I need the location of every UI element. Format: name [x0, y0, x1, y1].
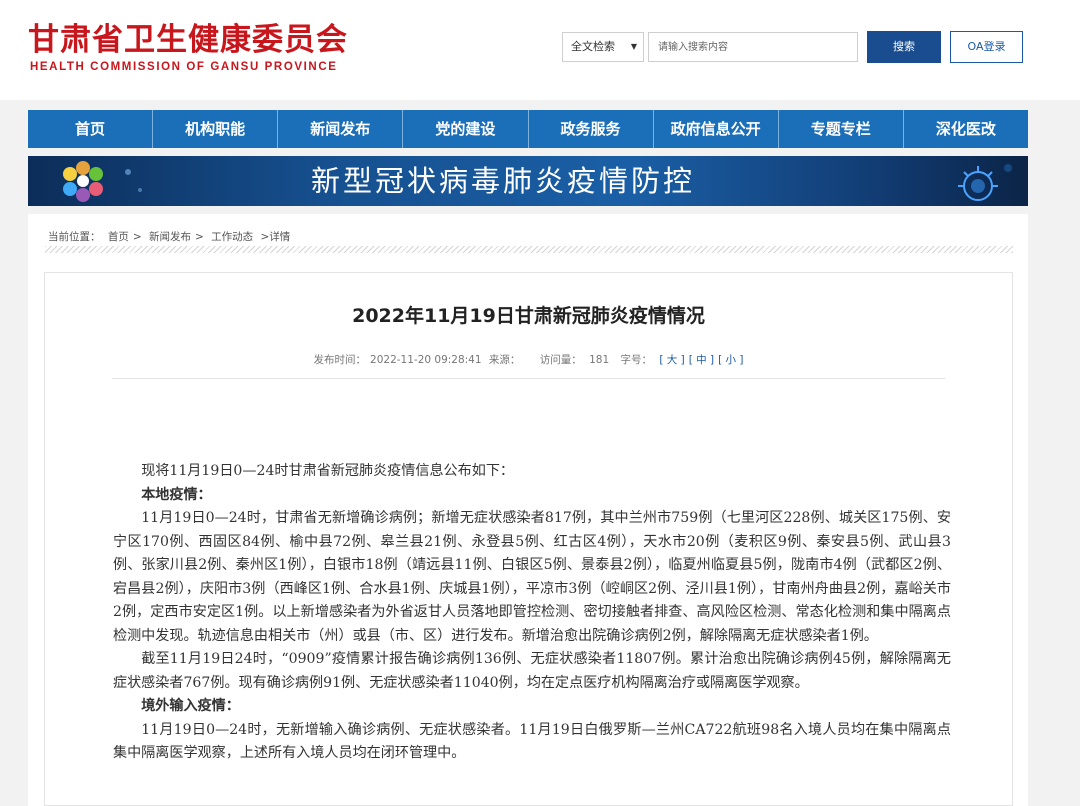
breadcrumb-home[interactable]: 首页	[108, 231, 129, 243]
breadcrumb-separator: >	[195, 231, 204, 243]
breadcrumb-divider	[45, 246, 1013, 253]
section-heading-imported: 境外输入疫情：	[141, 698, 240, 714]
search-scope-select[interactable]: 全文检索 ▼	[562, 32, 644, 62]
main-nav: 首页 机构职能 新闻发布 党的建设 政务服务 政府信息公开 专题专栏 深化医改	[28, 110, 1028, 148]
meta-divider	[112, 378, 945, 379]
article-meta: 发布时间： 2022-11-20 09:28:41 来源： 访问量： 181 字号…	[44, 352, 1013, 367]
publish-time: 2022-11-20 09:28:41	[370, 354, 482, 366]
views-count: 181	[589, 354, 610, 366]
dropdown-arrow-icon: ▼	[630, 42, 637, 51]
font-size-medium-button[interactable]: [ 中 ]	[689, 354, 714, 366]
font-size-large-button[interactable]: [ 大 ]	[659, 354, 684, 366]
nav-item-reform[interactable]: 深化医改	[904, 110, 1028, 148]
nav-item-home[interactable]: 首页	[28, 110, 154, 148]
publish-time-label: 发布时间：	[313, 354, 367, 366]
header-bar: 甘肃省卫生健康委员会 HEALTH COMMISSION OF GANSU PR…	[0, 0, 1080, 100]
font-size-small-button[interactable]: [ 小 ]	[718, 354, 743, 366]
section-heading-local: 本地疫情：	[141, 486, 212, 503]
nav-item-disclosure[interactable]: 政府信息公开	[654, 110, 779, 148]
banner-logo-icon	[63, 161, 142, 202]
site-logo-title[interactable]: 甘肃省卫生健康委员会	[28, 20, 348, 60]
oa-login-button[interactable]: OA登录	[950, 31, 1023, 63]
views-label: 访问量：	[539, 354, 582, 366]
breadcrumb: 当前位置： 首页 > 新闻发布 > 工作动态 >详情	[48, 229, 294, 244]
nav-item-topics[interactable]: 专题专栏	[779, 110, 904, 148]
site-logo-subtitle: HEALTH COMMISSION OF GANSU PROVINCE	[30, 61, 338, 73]
article-title: 2022年11月19日甘肃新冠肺炎疫情情况	[352, 305, 705, 327]
search-scope-value: 全文检索	[571, 40, 615, 53]
nav-item-party[interactable]: 党的建设	[403, 110, 529, 148]
nav-item-services[interactable]: 政务服务	[529, 110, 654, 148]
search-input[interactable]	[648, 32, 858, 62]
search-button[interactable]: 搜索	[867, 31, 941, 63]
font-size-label: 字号：	[620, 354, 652, 366]
breadcrumb-separator: >	[132, 231, 142, 243]
article-paragraph: 截至11月19日24时，“0909”疫情累计报告确诊病例136例、无症状感染者1…	[113, 651, 951, 691]
article-body: 现将11月19日0—24时甘肃省新冠肺炎疫情信息公布如下： 本地疫情： 11月1…	[113, 460, 951, 766]
breadcrumb-news[interactable]: 新闻发布	[149, 231, 191, 243]
nav-item-functions[interactable]: 机构职能	[153, 110, 279, 148]
breadcrumb-label: 当前位置：	[48, 231, 101, 243]
virus-icon	[958, 164, 1012, 201]
article-paragraph: 11月19日0—24时，无新增输入确诊病例、无症状感染者。11月19日白俄罗斯—…	[113, 721, 951, 762]
covid-banner[interactable]: 新型冠状病毒肺炎疫情防控	[28, 156, 1028, 206]
breadcrumb-work[interactable]: 工作动态	[211, 231, 253, 243]
article-paragraph: 现将11月19日0—24时甘肃省新冠肺炎疫情信息公布如下：	[141, 463, 515, 479]
breadcrumb-detail: >详情	[260, 231, 291, 243]
source-label: 来源：	[488, 354, 521, 366]
banner-title: 新型冠状病毒肺炎疫情防控	[311, 164, 696, 198]
nav-item-news[interactable]: 新闻发布	[278, 110, 404, 148]
article-paragraph: 11月19日0—24时，甘肃省无新增确诊病例；新增无症状感染者817例，其中兰州…	[113, 510, 951, 644]
